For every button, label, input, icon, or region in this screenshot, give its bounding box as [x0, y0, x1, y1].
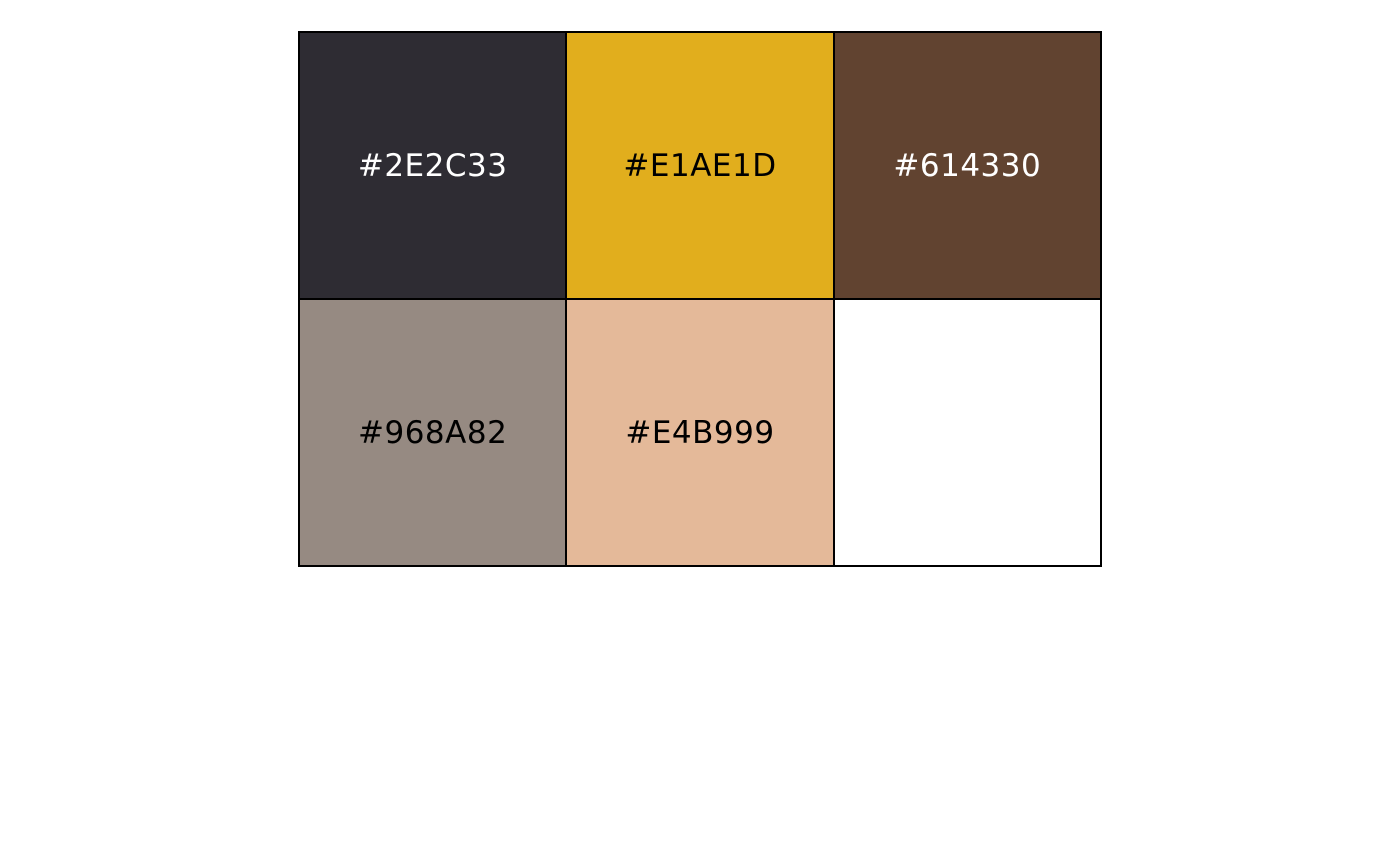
swatch-empty	[834, 300, 1102, 567]
color-palette-grid: #2E2C33 #E1AE1D #614330 #968A82 #E4B999	[298, 31, 1102, 567]
swatch-2: #E1AE1D	[567, 33, 835, 300]
swatch-4: #968A82	[300, 300, 568, 567]
swatch-5: #E4B999	[567, 300, 835, 567]
swatch-3: #614330	[834, 33, 1102, 300]
swatch-1: #2E2C33	[300, 33, 568, 300]
